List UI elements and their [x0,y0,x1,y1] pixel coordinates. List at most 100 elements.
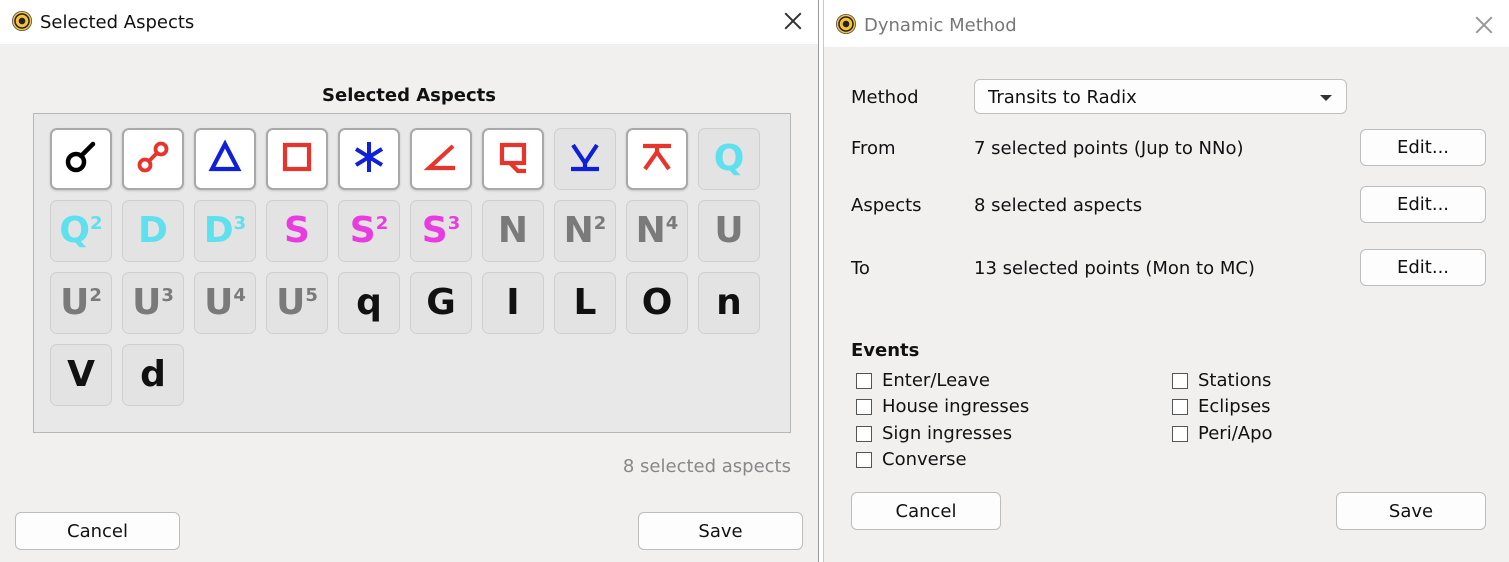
event-checkbox[interactable]: Sign ingresses [856,423,1012,444]
event-checkbox[interactable]: Enter/Leave [856,370,990,391]
aspect-glyph: G [426,282,456,323]
events-heading: Events [851,340,920,361]
trine-icon [205,137,245,181]
semisextile-icon [565,137,605,181]
edit-from-button[interactable]: Edit... [1360,129,1486,166]
aspect-toggle-button[interactable]: N [482,200,544,262]
aspect-glyph: d [140,354,166,395]
aspect-grid: Q Q2 D D3 S S2 S3 N N2 N4 U U2 U3 U4 U5 q G I L On Vd [33,113,791,433]
aspect-glyph: q [356,282,382,323]
aspect-glyph: N [497,210,529,251]
checkbox-box[interactable] [1172,372,1188,389]
aspect-glyph: Q2 [59,210,103,251]
aspect-toggle-button[interactable]: d [122,344,184,406]
save-button[interactable]: Save [638,512,803,550]
square-icon [277,137,317,181]
aspect-glyph: I [506,282,520,323]
save-button[interactable]: Save [1336,492,1486,530]
to-value: 13 selected points (Mon to MC) [974,258,1255,279]
aspect-toggle-button[interactable]: n [698,272,760,334]
opposition-icon [133,137,173,181]
aspect-toggle-button[interactable] [626,128,688,190]
edit-aspects-button[interactable]: Edit... [1360,186,1486,223]
aspects-label: Aspects [851,195,922,216]
aspect-glyph: L [573,282,597,323]
aspect-glyph: Q [713,138,745,179]
aspect-toggle-button[interactable] [50,128,112,190]
aspect-toggle-button[interactable]: S [266,200,328,262]
aspect-toggle-button[interactable]: U5 [266,272,328,334]
event-checkbox[interactable]: House ingresses [856,396,1029,417]
aspect-glyph: U [714,210,744,251]
checkbox-box[interactable] [856,372,872,389]
aspect-toggle-button[interactable] [122,128,184,190]
method-label: Method [851,87,919,108]
cancel-button[interactable]: Cancel [851,492,1001,530]
method-select-value: Transits to Radix [988,87,1137,108]
event-checkbox[interactable]: Converse [856,449,967,470]
selected-count-status: 8 selected aspects [622,456,791,477]
edit-to-button[interactable]: Edit... [1360,249,1486,286]
method-select[interactable]: Transits to Radix [974,79,1347,114]
event-checkbox[interactable]: Stations [1172,370,1271,391]
aspect-toggle-button[interactable]: U3 [122,272,184,334]
checkbox-label: Enter/Leave [882,370,990,391]
aspect-toggle-button[interactable]: Q [698,128,760,190]
aspect-toggle-button[interactable]: I [482,272,544,334]
aspect-toggle-button[interactable] [410,128,472,190]
window-title: Dynamic Method [864,15,1017,36]
checkbox-label: House ingresses [882,396,1030,417]
checkbox-label: Eclipses [1198,396,1271,417]
app-logo-icon [12,11,32,31]
aspect-toggle-button[interactable]: D [122,200,184,262]
aspect-toggle-button[interactable]: G [410,272,472,334]
aspect-toggle-button[interactable]: U2 [50,272,112,334]
checkbox-box[interactable] [856,425,872,442]
close-icon[interactable] [1473,14,1495,36]
aspect-toggle-button[interactable]: L [554,272,616,334]
from-value: 7 selected points (Jup to NNo) [974,138,1244,159]
checkbox-label: Sign ingresses [882,423,1013,444]
event-checkbox[interactable]: Eclipses [1172,396,1271,417]
cancel-button[interactable]: Cancel [15,512,180,550]
aspect-toggle-button[interactable] [554,128,616,190]
section-heading: Selected Aspects [322,85,496,106]
aspect-toggle-button[interactable]: U4 [194,272,256,334]
aspect-toggle-button[interactable] [338,128,400,190]
checkbox-box[interactable] [1172,398,1188,415]
aspect-glyph: U3 [132,282,174,323]
checkbox-box[interactable] [856,451,872,468]
aspect-glyph: n [716,282,742,323]
aspect-toggle-button[interactable]: N4 [626,200,688,262]
aspect-glyph: S2 [349,210,389,251]
to-label: To [851,258,870,279]
aspect-glyph: S3 [421,210,461,251]
close-icon[interactable] [782,10,804,32]
aspect-glyph: V [67,354,95,395]
aspect-toggle-button[interactable]: Q2 [50,200,112,262]
checkbox-label: Stations [1198,370,1272,391]
checkbox-box[interactable] [856,398,872,415]
aspect-toggle-button[interactable]: q [338,272,400,334]
checkbox-label: Converse [882,449,967,470]
aspect-glyph: N4 [635,210,679,251]
checkbox-box[interactable] [1172,425,1188,442]
aspect-toggle-button[interactable]: S3 [410,200,472,262]
window-title: Selected Aspects [40,12,195,33]
aspect-toggle-button[interactable] [194,128,256,190]
aspect-toggle-button[interactable]: S2 [338,200,400,262]
aspect-toggle-button[interactable]: D3 [194,200,256,262]
aspect-toggle-button[interactable] [266,128,328,190]
aspect-toggle-button[interactable]: V [50,344,112,406]
aspect-glyph: N2 [563,210,607,251]
semisquare-icon [421,137,461,181]
title-bar: Dynamic Method [824,0,1509,47]
selected-aspects-window: Selected Aspects Selected Aspects Q Q2 D D3… [0,0,818,562]
event-checkbox[interactable]: Peri/Apo [1172,423,1273,444]
aspect-glyph: U2 [60,282,102,323]
aspect-toggle-button[interactable]: U [698,200,760,262]
aspect-toggle-button[interactable]: N2 [554,200,616,262]
aspect-toggle-button[interactable]: O [626,272,688,334]
aspects-value: 8 selected aspects [974,195,1143,216]
aspect-toggle-button[interactable] [482,128,544,190]
